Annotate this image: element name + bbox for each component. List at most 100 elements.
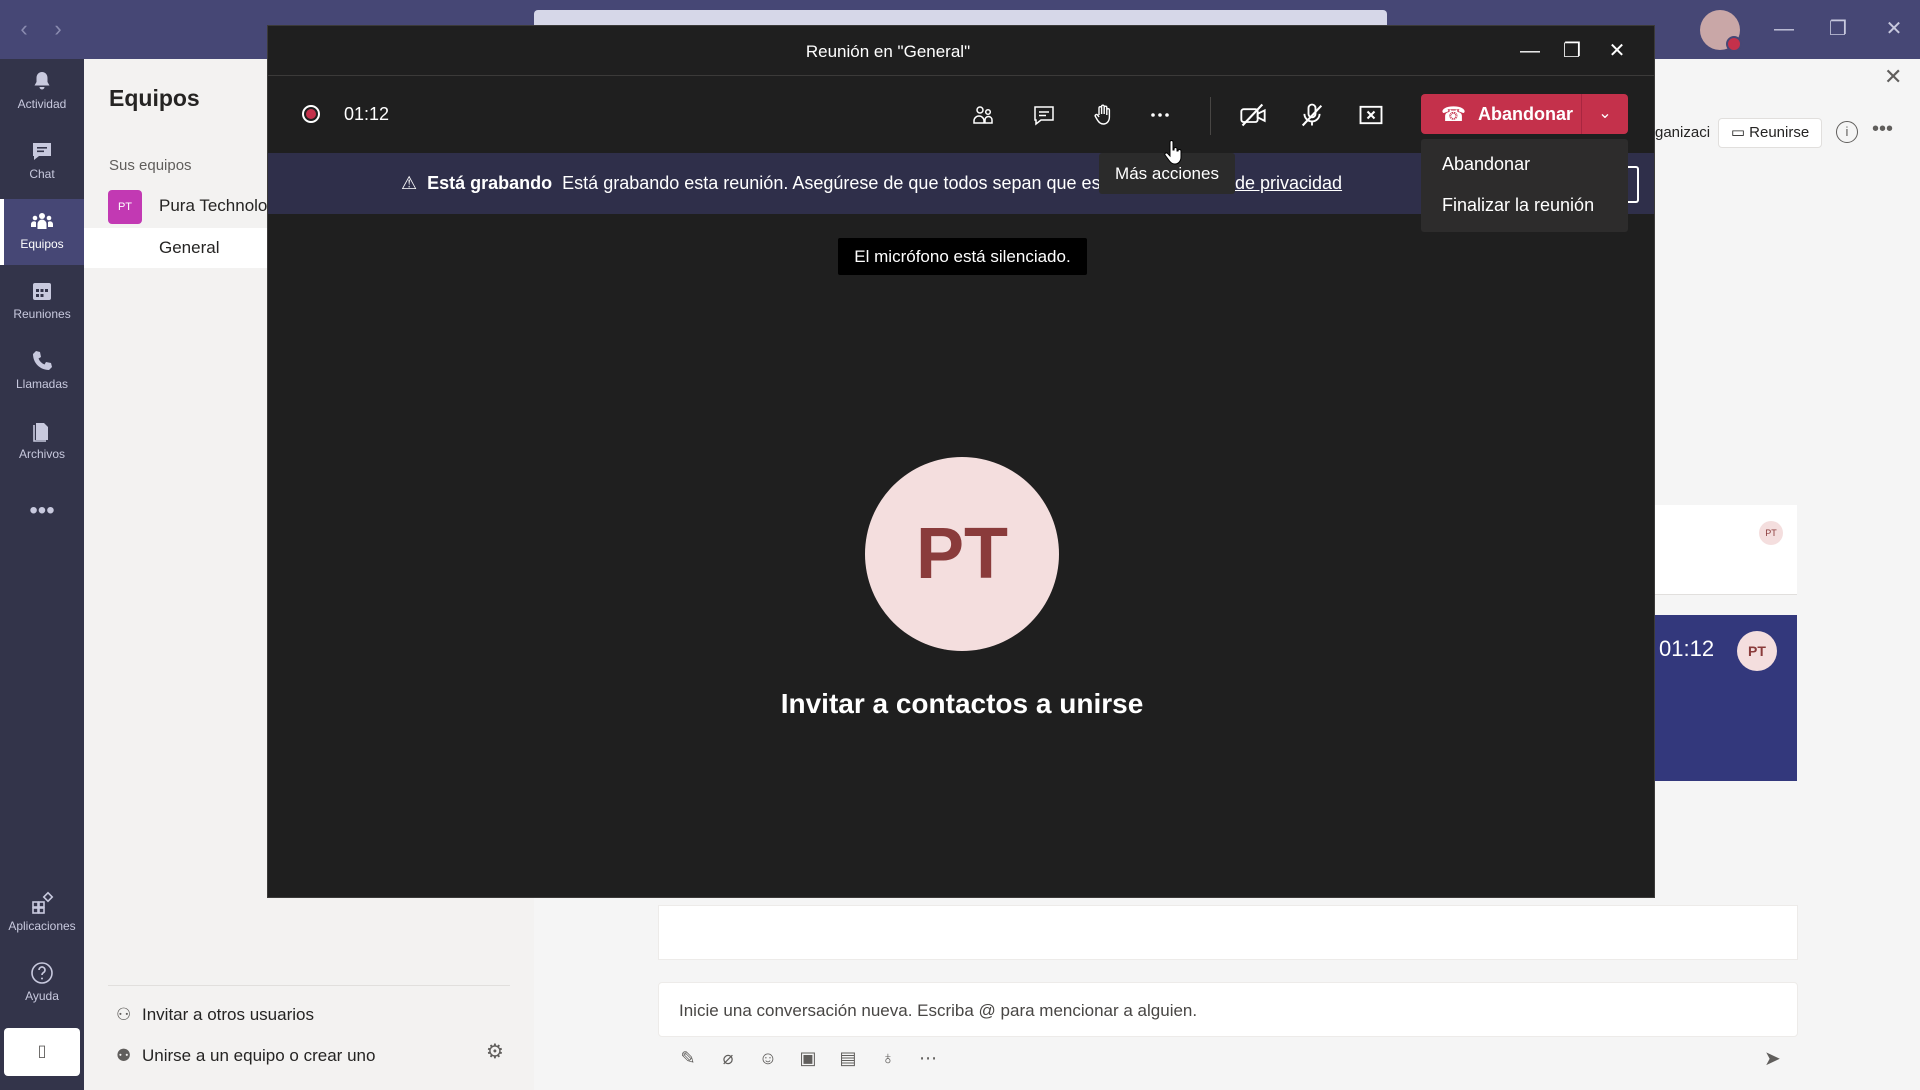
recording-indicator-icon — [302, 105, 320, 123]
channel-name: General — [159, 238, 220, 257]
compose-input[interactable]: Inicie una conversación nueva. Escriba @… — [658, 982, 1798, 1037]
camera-off-icon — [1240, 103, 1266, 127]
meet-now-button[interactable]: ▭ Reunirse — [1718, 118, 1822, 148]
meeting-maximize-button[interactable]: ❐ — [1555, 36, 1589, 66]
format-icon[interactable]: ✎ — [676, 1046, 700, 1070]
gif-icon[interactable]: ▣ — [796, 1046, 820, 1070]
rail-label: Chat — [29, 167, 55, 181]
meeting-window: Reunión en "General" — ❐ ✕ 01:12 ☎ Aband… — [267, 25, 1655, 898]
raise-hand-icon — [1094, 104, 1111, 125]
bell-icon — [34, 72, 50, 90]
apps-icon — [32, 891, 54, 914]
user-avatar[interactable] — [1700, 10, 1742, 52]
send-icon[interactable]: ➤ — [1764, 1046, 1781, 1071]
more-icon[interactable]: ⋯ — [916, 1046, 940, 1070]
info-icon[interactable]: i — [1836, 121, 1858, 143]
rail-more-icon[interactable]: ••• — [0, 497, 84, 525]
app-close-button[interactable]: ✕ — [1876, 12, 1912, 46]
mic-toggle-button[interactable] — [1294, 97, 1330, 133]
divider — [108, 985, 510, 986]
invite-users-button[interactable]: ⚇ Invitar a otros usuarios — [116, 1005, 314, 1025]
chat-icon — [1034, 106, 1054, 126]
recording-banner-message: Está grabando esta reunión. Asegúrese de… — [562, 173, 1116, 193]
device-icon[interactable]: ▯ — [4, 1028, 80, 1076]
stop-sharing-icon — [1359, 105, 1383, 125]
app-maximize-button[interactable]: ❐ — [1820, 12, 1856, 46]
video-camera-icon: ▭ — [1730, 124, 1750, 141]
rail-label: Ayuda — [25, 989, 59, 1003]
calendar-icon — [33, 283, 51, 300]
more-actions-icon — [1151, 113, 1169, 117]
invite-users-label: Invitar a otros usuarios — [142, 1005, 314, 1024]
post-card — [1652, 505, 1797, 595]
leave-dropdown-menu: Abandonar Finalizar la reunión — [1421, 139, 1628, 232]
avatar: PT — [1737, 631, 1777, 671]
menu-item-end-meeting[interactable]: Finalizar la reunión — [1442, 195, 1594, 216]
rail-item-actividad[interactable]: Actividad — [0, 59, 84, 125]
more-actions-button[interactable] — [1142, 97, 1178, 133]
section-label: Sus equipos — [109, 157, 192, 174]
app-minimize-button[interactable]: — — [1766, 12, 1802, 46]
rail-item-aplicaciones[interactable]: Aplicaciones — [0, 881, 84, 947]
rail-item-chat[interactable]: Chat — [0, 129, 84, 195]
share-screen-button[interactable] — [1353, 97, 1389, 133]
reply-area[interactable] — [658, 905, 1798, 960]
meeting-title: Reunión en "General" — [805, 42, 971, 61]
warning-icon: ⚠ — [401, 173, 418, 193]
rail-label: Aplicaciones — [8, 919, 76, 933]
meeting-card-time: 01:12 — [1659, 636, 1715, 661]
join-team-button[interactable]: ⚉ Unirse a un equipo o crear uno — [116, 1046, 375, 1066]
participants-button[interactable] — [965, 97, 1001, 133]
camera-toggle-button[interactable] — [1235, 97, 1271, 133]
emoji-icon[interactable]: ☺ — [756, 1046, 780, 1070]
menu-item-leave[interactable]: Abandonar — [1442, 154, 1530, 175]
rail-label: Equipos — [20, 237, 64, 251]
leave-button[interactable]: ☎ Abandonar ⌄ — [1421, 94, 1628, 134]
header-tab-partial[interactable]: ganizaci — [1655, 124, 1710, 154]
mic-off-icon — [1301, 103, 1323, 127]
recording-banner-text: ⚠ Está grabando Está grabando esta reunión… — [401, 173, 1116, 194]
settings-gear-icon[interactable]: ⚙ — [486, 1039, 510, 1063]
rail-item-equipos[interactable]: Equipos — [0, 199, 84, 265]
file-icon — [33, 423, 48, 442]
privacy-link[interactable]: de privacidad — [1235, 173, 1342, 194]
toolbar-divider — [1210, 97, 1211, 135]
more-options-icon[interactable]: ••• — [1872, 118, 1893, 141]
forward-arrow-icon[interactable]: › — [46, 14, 70, 44]
compose-placeholder: Inicie una conversación nueva. Escriba @… — [679, 1001, 1198, 1020]
meeting-minimize-button[interactable]: — — [1513, 36, 1547, 66]
invite-contacts-prompt[interactable]: Invitar a contactos a unirse — [268, 688, 1656, 720]
chevron-down-icon[interactable]: ⌄ — [1581, 94, 1628, 134]
join-team-icon: ⚉ — [116, 1046, 132, 1065]
meeting-titlebar: Reunión en "General" — ❐ ✕ — [268, 26, 1654, 76]
hand-cursor-icon — [1164, 140, 1182, 165]
raise-hand-button[interactable] — [1085, 97, 1121, 133]
rail-item-ayuda[interactable]: Ayuda — [0, 951, 84, 1017]
invite-users-icon: ⚇ — [116, 1005, 132, 1024]
rail-label: Llamadas — [15, 377, 69, 391]
rail-label: Archivos — [18, 447, 65, 461]
close-icon[interactable]: ✕ — [1884, 64, 1902, 90]
teams-icon — [31, 213, 53, 229]
chat-icon — [33, 143, 51, 160]
mute-notification: El micrófono está silenciado. — [838, 238, 1087, 275]
avatar: PT — [1759, 521, 1783, 545]
help-icon — [31, 962, 53, 984]
meeting-timer: 01:12 — [344, 104, 390, 124]
page-title: Equipos — [109, 85, 200, 111]
rail-item-llamadas[interactable]: Llamadas — [0, 339, 84, 405]
praise-icon[interactable]: ♁ — [876, 1046, 900, 1070]
participants-icon — [973, 106, 993, 124]
participant-avatar: PT — [865, 457, 1059, 651]
team-name[interactable]: Pura Technolo — [159, 196, 267, 216]
rail-item-reuniones[interactable]: Reuniones — [0, 269, 84, 335]
meeting-close-button[interactable]: ✕ — [1600, 36, 1634, 66]
app-rail: Actividad Chat Equipos Reuniones Llamada… — [0, 59, 84, 1090]
sticker-icon[interactable]: ▤ — [836, 1046, 860, 1070]
team-avatar[interactable]: PT — [108, 190, 142, 224]
attach-icon[interactable]: ⌀ — [716, 1046, 740, 1070]
back-arrow-icon[interactable]: ‹ — [12, 14, 36, 44]
hang-up-icon: ☎ — [1441, 104, 1466, 126]
chat-button[interactable] — [1026, 97, 1062, 133]
rail-item-archivos[interactable]: Archivos — [0, 409, 84, 475]
